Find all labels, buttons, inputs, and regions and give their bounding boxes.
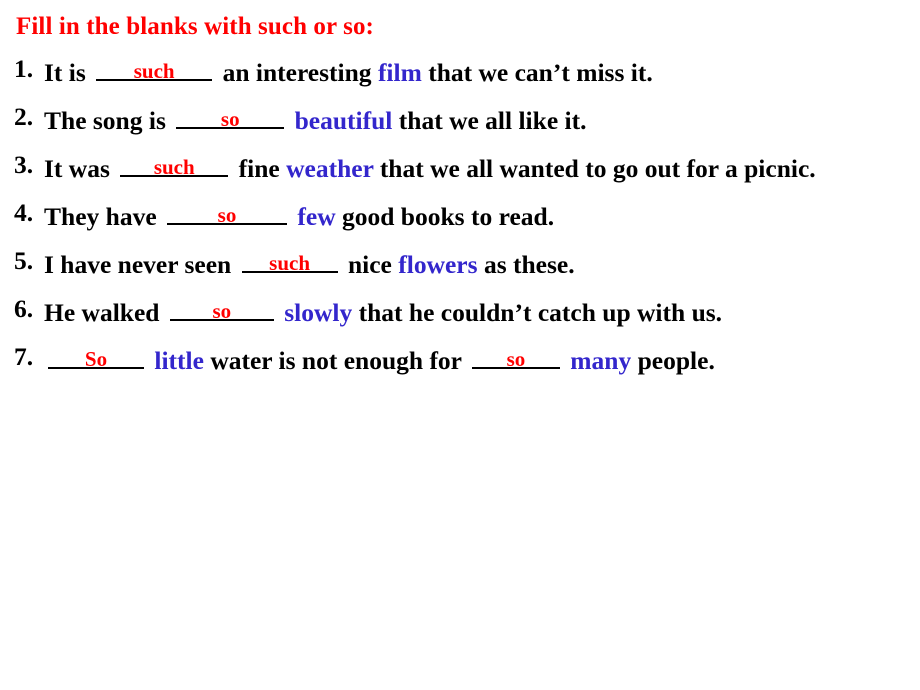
blank-input[interactable]: so: [176, 100, 285, 131]
sentence-part: The song is: [44, 106, 173, 135]
question-text: I have never seen such nice flowers as t…: [44, 244, 910, 282]
question-number: 4.: [14, 198, 34, 227]
sentence-part: that we all wanted to go: [373, 154, 639, 183]
question-number: 5.: [14, 246, 34, 275]
sentence-tail: out for a picnic.: [644, 154, 816, 183]
question-text: It is such an interesting film that we c…: [44, 52, 910, 90]
blank-answer: so: [212, 299, 232, 323]
highlight-keyword: many: [570, 346, 632, 375]
sentence-part: nice: [341, 250, 399, 279]
blank-input-secondary[interactable]: so: [471, 340, 560, 371]
highlight-keyword: beautiful: [294, 106, 393, 135]
sentence-part: fine: [232, 154, 287, 183]
highlight-keyword: film: [377, 58, 422, 87]
sentence-part: He walked: [44, 298, 166, 327]
blank-input[interactable]: so: [169, 292, 274, 323]
sentence-part: that we all like it.: [392, 106, 587, 135]
sentence-part: They have: [44, 202, 164, 231]
page-title: Fill in the blanks with such or so:: [16, 13, 374, 40]
sentence-part: that we can’t miss it.: [421, 58, 653, 87]
sentence-part: as these.: [477, 250, 575, 279]
blank-answer: so: [217, 203, 237, 227]
question-number: 3.: [14, 150, 34, 179]
blank-input[interactable]: So: [48, 340, 144, 371]
highlight-keyword: slowly: [284, 298, 353, 327]
sentence-tail: people.: [637, 346, 715, 375]
question-number: 1.: [14, 54, 34, 83]
sentence-part: I have never seen: [44, 250, 238, 279]
sentence-part: It is: [44, 58, 93, 87]
list-item: 4. They have so few good books to read.: [14, 196, 910, 234]
blank-answer: so: [220, 107, 240, 131]
list-item: 2. The song is so beautiful that we all …: [14, 100, 910, 138]
blank-input[interactable]: such: [96, 52, 213, 83]
list-item: 6. He walked so slowly that he couldn’t …: [14, 292, 910, 330]
blank-input[interactable]: such: [241, 244, 338, 275]
highlight-keyword: few: [297, 202, 336, 231]
blank-answer: So: [84, 347, 108, 371]
question-list: 1. It is such an interesting film that w…: [14, 52, 910, 378]
blank-input[interactable]: so: [167, 196, 288, 227]
list-item: 3. It was such fine weather that we all …: [14, 148, 910, 186]
list-item: 5. I have never seen such nice flowers a…: [14, 244, 910, 282]
question-text: The song is so beautiful that we all lik…: [44, 100, 910, 138]
highlight-keyword: flowers: [398, 250, 478, 279]
question-number: 2.: [14, 102, 34, 131]
question-text: So little water is not enough for so man…: [44, 340, 910, 378]
highlight-keyword: weather: [286, 154, 374, 183]
list-item: 7. So little water is not enough for so …: [14, 340, 910, 378]
blank-answer: such: [133, 59, 175, 83]
sentence-part: that he couldn’t catch up: [352, 298, 631, 327]
question-text: They have so few good books to read.: [44, 196, 910, 234]
question-number: 7.: [14, 342, 34, 371]
blank-answer: such: [269, 251, 311, 275]
blank-answer: so: [506, 347, 526, 371]
question-text: It was such fine weather that we all wan…: [44, 148, 910, 186]
list-item: 1. It is such an interesting film that w…: [14, 52, 910, 90]
blank-input[interactable]: such: [120, 148, 229, 179]
slide-canvas: Fill in the blanks with such or so: 1. I…: [0, 0, 920, 690]
question-number: 6.: [14, 294, 34, 323]
question-text: He walked so slowly that he couldn’t cat…: [44, 292, 910, 330]
highlight-keyword: little: [154, 346, 204, 375]
sentence-tail: with us.: [637, 298, 723, 327]
blank-answer: such: [153, 155, 195, 179]
sentence-part: an interesting: [216, 58, 378, 87]
sentence-part: It was: [44, 154, 117, 183]
sentence-part: water is not enough for: [203, 346, 468, 375]
sentence-part: good books to read.: [335, 202, 555, 231]
